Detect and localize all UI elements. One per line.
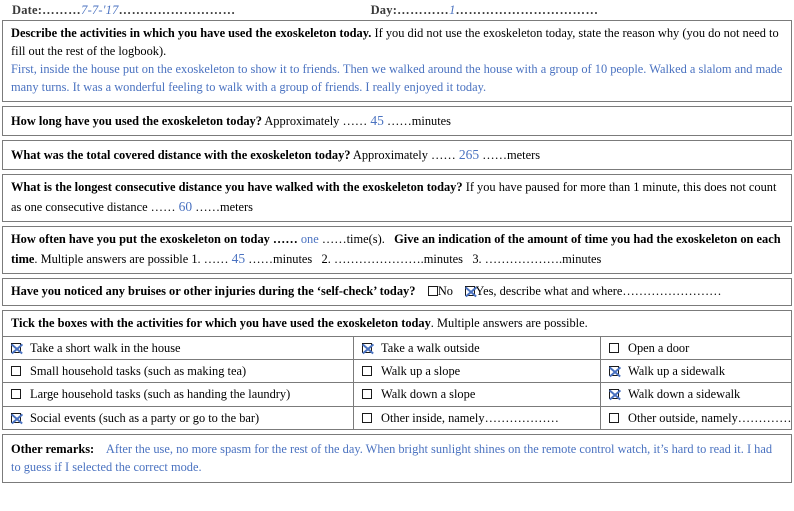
activity-label: Walk up a sidewalk — [628, 364, 726, 379]
activity-checkbox[interactable] — [362, 366, 372, 377]
table-row: Large household tasks (such as handing t… — [3, 382, 791, 407]
activity-label: Other inside, namely……………… — [381, 410, 559, 425]
activity-cell[interactable]: Social events (such as a party or go to … — [3, 406, 354, 429]
other-remarks-label: Other remarks: — [11, 441, 95, 456]
duration-value[interactable]: 45 — [370, 113, 384, 128]
consecutive-distance-question: What is the longest consecutive distance… — [11, 179, 463, 194]
activity-label: Large household tasks (such as handing t… — [30, 387, 291, 402]
activity-cell[interactable]: Other outside, namely……………… — [601, 406, 791, 429]
logbook-page: Date:………7-7-'17……………………… Day:…………1………………… — [0, 0, 794, 511]
activity-label: Social events (such as a party or go to … — [30, 410, 260, 425]
activities-grid: Take a short walk in the house Take a wa… — [3, 337, 791, 429]
duration-suffix: ……minutes — [386, 113, 452, 128]
activities-heading-bold: Tick the boxes with the activities for w… — [11, 315, 431, 330]
day-dots-after: …………………………… — [455, 2, 599, 17]
total-distance-section: What was the total covered distance with… — [2, 139, 792, 170]
date-dots-before: ……… — [42, 2, 82, 17]
activity-label: Take a walk outside — [381, 341, 480, 356]
frequency-item3[interactable]: 3. ……………….minutes — [472, 252, 601, 266]
total-distance-value[interactable]: 265 — [459, 147, 479, 162]
day-label: Day: — [370, 2, 398, 17]
frequency-question-suffix: ……time(s). — [321, 231, 385, 246]
day-dots-before: ………… — [397, 2, 450, 17]
activity-checkbox[interactable] — [609, 389, 619, 400]
frequency-item1-label: 1. …… — [191, 251, 229, 266]
consecutive-distance-value[interactable]: 60 — [179, 199, 193, 214]
bruises-section: Have you noticed any bruises or other in… — [2, 277, 792, 306]
activity-label: Walk down a sidewalk — [628, 387, 741, 402]
activity-checkbox[interactable] — [609, 366, 619, 377]
activity-checkbox[interactable] — [362, 343, 372, 354]
activity-checkbox[interactable] — [609, 412, 619, 423]
activities-heading-rest: . Multiple answers are possible. — [430, 315, 588, 330]
frequency-question: How often have you put the exoskeleton o… — [11, 231, 298, 246]
activity-label: Small household tasks (such as making te… — [30, 364, 247, 379]
describe-answer[interactable]: First, inside the house put on the exosk… — [11, 61, 784, 97]
activity-cell[interactable]: Other inside, namely……………… — [353, 406, 601, 429]
total-distance-question: What was the total covered distance with… — [11, 147, 351, 162]
activity-label: Walk up a slope — [381, 364, 461, 379]
activity-checkbox[interactable] — [362, 389, 372, 400]
frequency-item2[interactable]: 2. ………………….minutes — [322, 252, 463, 266]
other-remarks-section: Other remarks: After the use, no more sp… — [2, 433, 792, 483]
activity-cell[interactable]: Walk down a sidewalk — [600, 382, 791, 407]
activity-label: Take a short walk in the house — [30, 341, 181, 356]
activity-cell[interactable]: Take a short walk in the house — [3, 337, 354, 361]
activity-cell[interactable]: Large household tasks (such as handing t… — [3, 382, 354, 407]
total-distance-suffix: ……meters — [482, 147, 541, 162]
activity-cell[interactable]: Walk up a sidewalk — [600, 359, 791, 384]
date-label: Date: — [12, 2, 43, 17]
frequency-item1-value[interactable]: 45 — [232, 251, 246, 266]
activity-label: Open a door — [628, 341, 690, 356]
activity-checkbox[interactable] — [609, 343, 619, 354]
activity-cell[interactable]: Open a door — [600, 337, 791, 361]
date-field[interactable]: Date:………7-7-'17……………………… — [12, 3, 236, 18]
bruises-yes-label: Yes, describe what and where…………………… — [475, 283, 722, 298]
activities-heading: Tick the boxes with the activities for w… — [3, 311, 791, 338]
activity-cell[interactable]: Small household tasks (such as making te… — [3, 359, 354, 384]
activity-checkbox[interactable] — [11, 412, 21, 423]
activity-cell[interactable]: Take a walk outside — [353, 337, 601, 361]
activity-label: Other outside, namely……………… — [628, 410, 791, 425]
frequency-section: How often have you put the exoskeleton o… — [2, 225, 792, 274]
table-row: Small household tasks (such as making te… — [3, 359, 791, 384]
bruises-no-label: No — [437, 283, 453, 298]
other-remarks-text[interactable]: After the use, no more spasm for the res… — [11, 442, 772, 475]
duration-question: How long have you used the exoskeleton t… — [11, 113, 262, 128]
consecutive-distance-section: What is the longest consecutive distance… — [2, 173, 792, 222]
duration-section: How long have you used the exoskeleton t… — [2, 105, 792, 136]
activity-checkbox[interactable] — [11, 389, 21, 400]
day-field[interactable]: Day:…………1…………………………… — [371, 3, 599, 18]
activity-cell[interactable]: Walk down a slope — [353, 382, 601, 407]
describe-question: Describe the activities in which you hav… — [11, 26, 372, 40]
bruises-question: Have you noticed any bruises or other in… — [11, 283, 416, 298]
frequency-note: . Multiple answers are possible — [34, 251, 189, 266]
activity-cell[interactable]: Walk up a slope — [353, 359, 601, 384]
activity-checkbox[interactable] — [11, 343, 21, 354]
describe-activities-section: Describe the activities in which you hav… — [2, 20, 792, 102]
header-row: Date:………7-7-'17……………………… Day:…………1………………… — [2, 0, 792, 20]
frequency-item1-suffix: ……minutes — [248, 251, 313, 266]
frequency-times-value[interactable]: one — [301, 232, 319, 246]
activity-checkbox[interactable] — [11, 366, 21, 377]
date-dots-after: ……………………… — [118, 2, 236, 17]
bruises-no-checkbox[interactable] — [427, 285, 438, 296]
date-value: 7-7-'17 — [81, 2, 119, 17]
bruises-yes-checkbox[interactable] — [465, 285, 476, 296]
duration-prefix: Approximately …… — [264, 113, 368, 128]
total-distance-prefix: Approximately …… — [352, 147, 456, 162]
consecutive-distance-suffix: ……meters — [195, 199, 253, 214]
table-row: Social events (such as a party or go to … — [3, 406, 791, 429]
activity-checkbox[interactable] — [362, 412, 372, 423]
activities-section: Tick the boxes with the activities for w… — [2, 309, 792, 430]
table-row: Take a short walk in the house Take a wa… — [3, 337, 791, 361]
activity-label: Walk down a slope — [381, 387, 476, 402]
